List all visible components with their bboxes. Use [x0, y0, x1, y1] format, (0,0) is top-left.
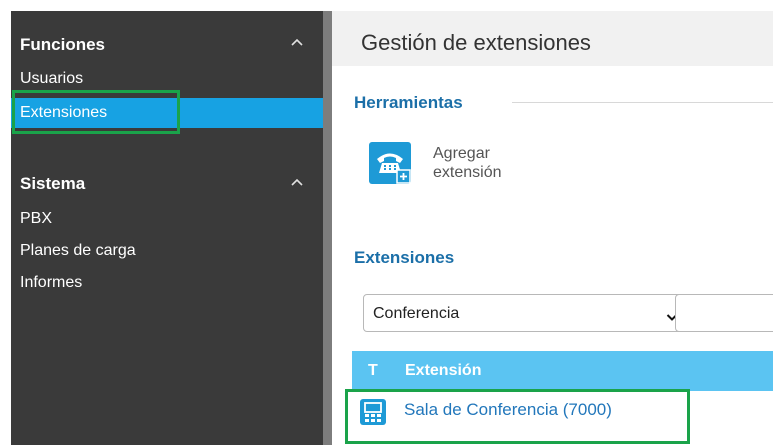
search-input[interactable] [675, 294, 773, 332]
column-header-extension[interactable]: Extensión [405, 362, 481, 380]
extensions-section-title: Extensiones [354, 248, 455, 267]
sidebar-section-funciones[interactable]: Funciones [20, 35, 105, 55]
add-extension-button[interactable]: Agregar extensión [433, 144, 502, 182]
column-header-type[interactable]: T [368, 362, 378, 380]
highlight-box-row [345, 389, 690, 444]
chevron-up-icon[interactable] [290, 177, 304, 187]
sidebar-section-sistema[interactable]: Sistema [20, 174, 85, 194]
filter-select-value: Conferencia [373, 305, 460, 322]
sidebar-item-usuarios[interactable]: Usuarios [20, 70, 83, 88]
add-extension-label-line2: extensión [433, 164, 502, 181]
top-strip [0, 0, 773, 11]
main-panel: Gestión de extensiones Herramientas Agre… [332, 11, 773, 445]
chevron-up-icon[interactable] [290, 37, 304, 47]
sidebar-item-planes-de-carga[interactable]: Planes de carga [20, 242, 136, 260]
sidebar-item-pbx[interactable]: PBX [20, 210, 52, 228]
phone-add-icon[interactable] [369, 142, 411, 184]
sidebar-divider[interactable] [323, 11, 332, 445]
filter-select[interactable]: Conferencia [363, 294, 693, 332]
page-title: Gestión de extensiones [361, 30, 591, 55]
page-header: Gestión de extensiones [332, 11, 773, 66]
section-divider [512, 102, 773, 103]
highlight-box-extensiones [12, 90, 180, 134]
table-header: T Extensión [352, 351, 773, 391]
sidebar-item-informes[interactable]: Informes [20, 274, 82, 292]
add-extension-label-line1: Agregar [433, 145, 490, 162]
tools-section-title: Herramientas [354, 93, 463, 112]
